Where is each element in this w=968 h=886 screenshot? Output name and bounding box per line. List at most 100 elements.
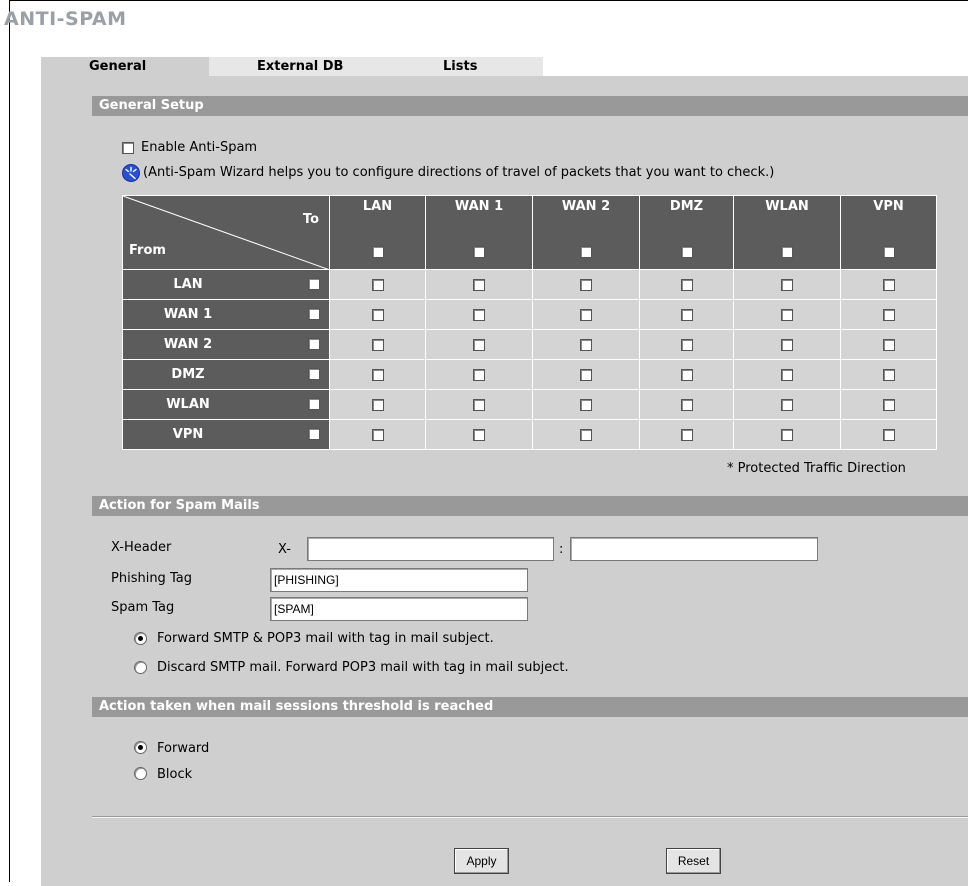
row-checkbox[interactable]	[308, 428, 320, 440]
matrix-cell	[639, 299, 734, 330]
direction-checkbox[interactable]	[680, 338, 693, 351]
matrix-cell	[733, 329, 841, 360]
wizard-help-text: (Anti-Spam Wizard helps you to configure…	[143, 165, 775, 180]
direction-checkbox[interactable]	[473, 368, 485, 381]
direction-checkbox[interactable]	[371, 308, 384, 321]
matrix-cell	[329, 359, 426, 390]
row-header: LAN	[122, 269, 330, 300]
row-label: VPN	[172, 427, 204, 442]
direction-checkbox[interactable]	[580, 338, 592, 351]
matrix-cell	[425, 329, 533, 360]
direction-checkbox[interactable]	[781, 278, 793, 291]
direction-checkbox[interactable]	[781, 428, 793, 441]
direction-checkbox[interactable]	[473, 338, 485, 351]
matrix-cell	[329, 329, 426, 360]
col-checkbox-wlan[interactable]	[781, 245, 793, 258]
row-label: DMZ	[171, 367, 205, 382]
spam-tag-label: Spam Tag	[111, 600, 175, 615]
col-checkbox-wan2[interactable]	[580, 245, 592, 258]
row-header: WAN 1	[122, 299, 330, 330]
direction-checkbox[interactable]	[781, 368, 793, 381]
tab-external-db[interactable]: External DB	[209, 57, 373, 76]
matrix-cell	[425, 359, 533, 390]
matrix-row: WAN 2	[122, 329, 937, 360]
col-checkbox-wan1[interactable]	[473, 245, 485, 258]
direction-checkbox[interactable]	[580, 368, 592, 381]
direction-checkbox[interactable]	[371, 278, 384, 291]
phishing-tag-input[interactable]	[270, 568, 528, 592]
direction-checkbox[interactable]	[882, 308, 895, 321]
direction-checkbox[interactable]	[473, 278, 485, 291]
direction-checkbox[interactable]	[882, 278, 895, 291]
direction-checkbox[interactable]	[680, 278, 693, 291]
spam-tag-input[interactable]	[270, 597, 528, 621]
direction-checkbox[interactable]	[371, 338, 384, 351]
direction-checkbox[interactable]	[882, 398, 895, 411]
col-header-vpn: VPN	[840, 195, 937, 270]
col-checkbox-dmz[interactable]	[680, 245, 693, 258]
matrix-cell	[329, 269, 426, 300]
direction-checkbox[interactable]	[680, 398, 693, 411]
matrix-row: WLAN	[122, 389, 937, 420]
direction-checkbox[interactable]	[882, 368, 895, 381]
col-checkbox-vpn[interactable]	[882, 245, 895, 258]
direction-checkbox[interactable]	[680, 428, 693, 441]
row-label: LAN	[173, 277, 203, 292]
row-checkbox[interactable]	[308, 308, 320, 320]
direction-checkbox[interactable]	[580, 398, 592, 411]
matrix-cell	[532, 389, 640, 420]
discard-smtp-radio[interactable]	[134, 661, 147, 674]
divider	[92, 816, 968, 818]
row-checkbox[interactable]	[308, 398, 320, 410]
direction-checkbox[interactable]	[371, 368, 384, 381]
direction-checkbox[interactable]	[781, 308, 793, 321]
enable-anti-spam-checkbox[interactable]	[122, 142, 134, 154]
matrix-row: VPN	[122, 419, 937, 450]
row-checkbox[interactable]	[308, 368, 320, 380]
matrix-cell	[329, 389, 426, 420]
page-title: ANTI-SPAM	[4, 8, 127, 30]
direction-checkbox[interactable]	[882, 338, 895, 351]
col-label: WAN 1	[454, 199, 504, 214]
threshold-block-radio[interactable]	[134, 767, 147, 780]
direction-checkbox[interactable]	[473, 398, 485, 411]
section-general-setup: General Setup	[92, 96, 968, 116]
direction-checkbox[interactable]	[580, 308, 592, 321]
tab-general[interactable]: General	[41, 57, 209, 76]
row-header: WLAN	[122, 389, 330, 420]
forward-tag-radio[interactable]	[134, 632, 147, 645]
matrix-cell	[840, 269, 937, 300]
wizard-icon[interactable]	[122, 164, 140, 182]
matrix-row: WAN 1	[122, 299, 937, 330]
reset-button[interactable]: Reset	[666, 848, 721, 874]
direction-checkbox[interactable]	[781, 398, 793, 411]
direction-checkbox[interactable]	[371, 428, 384, 441]
row-checkbox[interactable]	[308, 338, 320, 350]
direction-checkbox[interactable]	[371, 398, 384, 411]
direction-checkbox[interactable]	[680, 308, 693, 321]
xheader-name-input[interactable]	[307, 537, 554, 561]
direction-checkbox[interactable]	[680, 368, 693, 381]
apply-button[interactable]: Apply	[454, 848, 509, 874]
direction-checkbox[interactable]	[473, 428, 485, 441]
matrix-cell	[532, 269, 640, 300]
direction-checkbox[interactable]	[882, 428, 895, 441]
matrix-cell	[329, 419, 426, 450]
matrix-cell	[840, 329, 937, 360]
direction-checkbox[interactable]	[580, 278, 592, 291]
direction-checkbox[interactable]	[473, 308, 485, 321]
row-label: WAN 2	[163, 337, 213, 352]
xheader-value-input[interactable]	[570, 537, 818, 561]
row-label: WLAN	[166, 397, 210, 412]
row-checkbox[interactable]	[308, 278, 320, 290]
matrix-cell	[639, 329, 734, 360]
col-header-wan1: WAN 1	[425, 195, 533, 270]
threshold-forward-radio[interactable]	[134, 741, 147, 754]
direction-checkbox[interactable]	[580, 428, 592, 441]
xheader-label: X-Header	[111, 540, 172, 555]
enable-anti-spam-label: Enable Anti-Spam	[141, 140, 258, 155]
direction-checkbox[interactable]	[781, 338, 793, 351]
tab-lists[interactable]: Lists	[373, 57, 543, 76]
col-checkbox-lan[interactable]	[371, 245, 384, 258]
col-header-dmz: DMZ	[639, 195, 734, 270]
